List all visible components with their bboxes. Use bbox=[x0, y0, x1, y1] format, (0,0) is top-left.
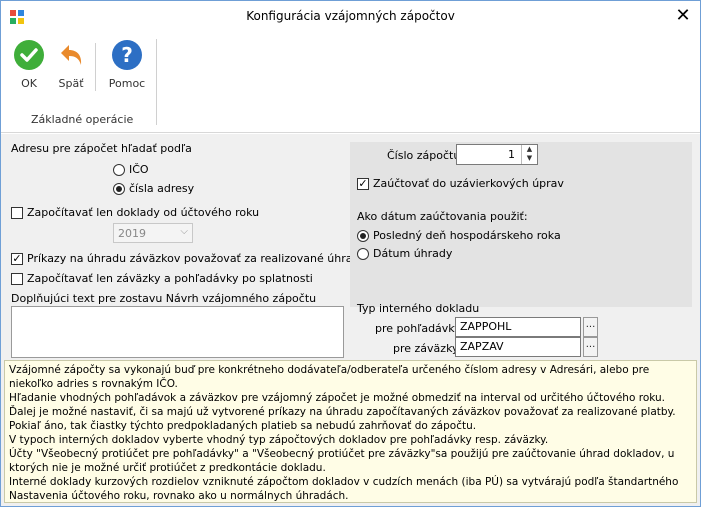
address-heading: Adresu pre zápočet hľadať podľa bbox=[11, 142, 192, 155]
pohladavky-label: pre pohľadávky bbox=[375, 322, 461, 335]
dialog-window: Konfigurácia vzájomných zápočtov ✕ OK Sp… bbox=[0, 0, 701, 507]
zavazky-browse-button[interactable]: ... bbox=[583, 337, 598, 357]
text-label: Doplňujúci text pre zostavu Návrh vzájom… bbox=[11, 292, 317, 305]
info-line: Ďalej je možné nastaviť, či sa majú už v… bbox=[9, 406, 676, 432]
check-uzavierka[interactable]: ✓ bbox=[357, 178, 369, 190]
info-line: Hľadanie vhodných pohľadávok a záväzkov … bbox=[9, 392, 665, 404]
datum-heading: Ako dátum zaúčtovania použiť: bbox=[357, 210, 528, 223]
cislo-stepper[interactable]: 1 ▲ ▼ bbox=[456, 144, 538, 165]
info-line: Účty "Všeobecný protiúčet pre pohľadávky… bbox=[9, 448, 675, 474]
cislo-label: Číslo zápočtu bbox=[387, 149, 461, 162]
zavazky-field[interactable]: ZAPZAV bbox=[455, 337, 581, 357]
check-year-label: Započítavať len doklady od účtového roku bbox=[27, 206, 260, 219]
cislo-value: 1 bbox=[508, 148, 515, 161]
check-year[interactable] bbox=[11, 207, 23, 219]
close-icon[interactable]: ✕ bbox=[666, 1, 700, 31]
zavazky-label: pre záväzky bbox=[393, 342, 459, 355]
svg-text:?: ? bbox=[121, 43, 133, 67]
pohladavky-browse-button[interactable]: ... bbox=[583, 317, 598, 337]
chevron-down-icon: ⌵ bbox=[180, 226, 188, 237]
title-bar: Konfigurácia vzájomných zápočtov ✕ bbox=[1, 1, 700, 31]
check-splatnost-label: Započítavať len záväzky a pohľadávky po … bbox=[27, 272, 313, 285]
radio-posledny-den[interactable] bbox=[357, 230, 369, 242]
help-icon: ? bbox=[112, 40, 142, 70]
check-prikazy-label: Príkazy na úhradu záväzkov považovať za … bbox=[27, 252, 366, 265]
back-button[interactable]: Späť bbox=[53, 39, 89, 90]
radio-cisla-adresy[interactable] bbox=[113, 183, 125, 195]
radio-ico[interactable] bbox=[113, 164, 125, 176]
radio-datum-uhrady[interactable] bbox=[357, 248, 369, 260]
year-value: 2019 bbox=[118, 227, 146, 240]
undo-arrow-icon bbox=[61, 45, 82, 65]
spin-up-icon[interactable]: ▲ bbox=[522, 145, 537, 154]
ok-label: OK bbox=[21, 77, 37, 90]
supplementary-text-field[interactable] bbox=[11, 306, 344, 358]
right-panel bbox=[350, 142, 692, 307]
info-line: V typoch interných dokladov vyberte vhod… bbox=[9, 434, 549, 446]
check-icon bbox=[14, 40, 44, 70]
info-text-box: Vzájomné zápočty sa vykonajú buď pre kon… bbox=[4, 360, 697, 503]
help-button[interactable]: ? Pomoc bbox=[105, 39, 149, 90]
ribbon-separator bbox=[95, 43, 96, 91]
help-label: Pomoc bbox=[108, 77, 146, 90]
spin-down-icon[interactable]: ▼ bbox=[522, 154, 537, 163]
pohladavky-field[interactable]: ZAPPOHL bbox=[455, 317, 581, 337]
radio-uhrady-label: Dátum úhrady bbox=[373, 247, 453, 260]
info-line: Vzájomné zápočty sa vykonajú buď pre kon… bbox=[9, 364, 650, 390]
ok-button[interactable]: OK bbox=[11, 39, 47, 90]
typ-heading: Typ interného dokladu bbox=[357, 302, 480, 315]
check-prikazy[interactable]: ✓ bbox=[11, 253, 23, 265]
radio-cisla-label: čísla adresy bbox=[129, 182, 195, 195]
check-splatnost[interactable] bbox=[11, 273, 23, 285]
info-line: Interné doklady kurzových rozdielov vzni… bbox=[9, 476, 679, 502]
window-title: Konfigurácia vzájomných zápočtov bbox=[246, 9, 455, 23]
ribbon-toolbar: OK Späť ? Pomoc Základné operácie bbox=[1, 31, 700, 133]
settings-panel: Adresu pre zápočet hľadať podľa IČO čísl… bbox=[1, 134, 700, 506]
ribbon-group-label: Základné operácie bbox=[31, 113, 134, 126]
radio-ico-label: IČO bbox=[129, 163, 149, 176]
ribbon-group-separator bbox=[156, 39, 157, 125]
check-uzavierka-label: Zaúčtovať do uzávierkových úprav bbox=[373, 177, 564, 190]
radio-posledny-label: Posledný deň hospodárskeho roka bbox=[373, 229, 561, 242]
year-select[interactable]: 2019 ⌵ bbox=[113, 223, 193, 243]
back-label: Späť bbox=[58, 77, 84, 90]
